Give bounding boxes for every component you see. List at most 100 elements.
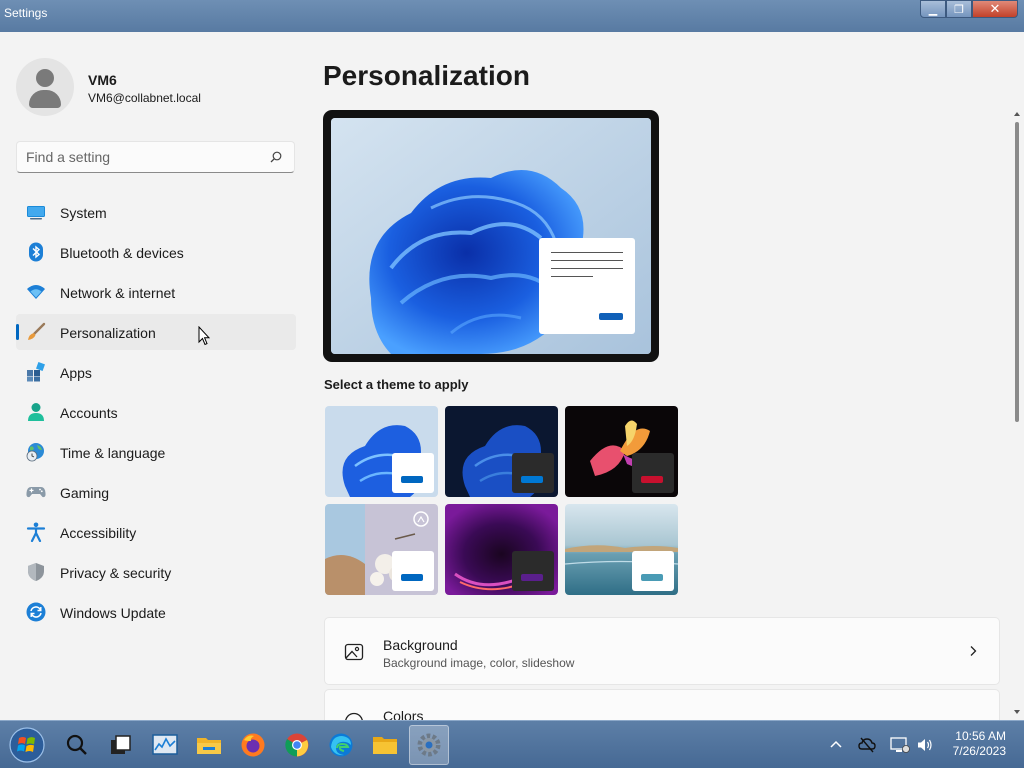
search-icon[interactable] bbox=[270, 151, 282, 163]
text-line bbox=[551, 268, 623, 269]
avatar-body bbox=[29, 90, 61, 108]
sidebar-item-bluetooth[interactable]: Bluetooth & devices bbox=[16, 234, 296, 270]
shield-icon bbox=[28, 563, 44, 581]
maximize-button[interactable]: ❐ bbox=[946, 0, 972, 18]
taskbar-task-manager[interactable] bbox=[145, 725, 185, 765]
theme-accent-bar bbox=[641, 476, 663, 483]
theme-preview bbox=[323, 110, 659, 362]
theme-sample-window bbox=[392, 551, 434, 591]
taskbar-task-view[interactable] bbox=[101, 725, 141, 765]
windows-orb-icon bbox=[9, 727, 45, 763]
theme-captured-motion[interactable] bbox=[325, 504, 438, 595]
sidebar-item-windows-update[interactable]: Windows Update bbox=[16, 594, 296, 630]
system-tray bbox=[828, 721, 934, 768]
sidebar-item-system[interactable]: System bbox=[16, 194, 296, 230]
theme-sample-window bbox=[512, 551, 554, 591]
sidebar-item-label: Network & internet bbox=[60, 285, 176, 301]
theme-sample-window bbox=[632, 453, 674, 493]
taskbar-settings[interactable] bbox=[409, 725, 449, 765]
person-icon bbox=[28, 403, 44, 421]
sidebar-item-accounts[interactable]: Accounts bbox=[16, 394, 296, 430]
task-view-icon bbox=[111, 735, 131, 754]
theme-sunrise[interactable] bbox=[445, 504, 558, 595]
taskbar-file-explorer[interactable] bbox=[189, 725, 229, 765]
taskbar-chrome[interactable] bbox=[277, 725, 317, 765]
edge-icon bbox=[329, 733, 353, 757]
system-icon bbox=[27, 206, 45, 220]
wifi-icon bbox=[27, 285, 45, 299]
sidebar-item-label: Accounts bbox=[60, 405, 118, 421]
card-title: Colors bbox=[383, 708, 424, 720]
sidebar-item-label: Bluetooth & devices bbox=[60, 245, 184, 261]
text-line bbox=[551, 252, 623, 253]
sample-accent-button bbox=[599, 313, 623, 320]
taskbar-firefox[interactable] bbox=[233, 725, 273, 765]
sidebar-item-gaming[interactable]: Gaming bbox=[16, 474, 296, 510]
apps-icon bbox=[27, 362, 45, 382]
window-title: Settings bbox=[4, 6, 48, 20]
card-title: Background bbox=[383, 637, 458, 653]
chevron-right-icon bbox=[970, 646, 977, 656]
taskbar-search[interactable] bbox=[57, 725, 97, 765]
volume-icon[interactable] bbox=[916, 737, 934, 753]
theme-windows-light[interactable] bbox=[325, 406, 438, 497]
page-title: Personalization bbox=[323, 60, 530, 91]
bluetooth-icon bbox=[29, 242, 43, 262]
window-controls: ▁ ❐ ✕ bbox=[920, 0, 1018, 18]
chevron-up-icon[interactable] bbox=[828, 737, 844, 753]
globe-clock-icon bbox=[26, 443, 44, 462]
search-icon bbox=[66, 734, 87, 755]
sidebar-item-label: Windows Update bbox=[60, 605, 166, 621]
clock-date: 7/26/2023 bbox=[952, 744, 1006, 758]
taskbar: 10:56 AM 7/26/2023 bbox=[0, 720, 1024, 768]
theme-sample-window bbox=[392, 453, 434, 493]
sidebar-item-time-language[interactable]: Time & language bbox=[16, 434, 296, 470]
brush-icon bbox=[28, 322, 46, 340]
firefox-icon bbox=[241, 733, 265, 757]
sidebar-item-network[interactable]: Network & internet bbox=[16, 274, 296, 310]
scroll-up-arrow-icon[interactable] bbox=[1013, 110, 1021, 118]
sidebar-item-apps[interactable]: Apps bbox=[16, 354, 296, 390]
card-subtitle: Background image, color, slideshow bbox=[383, 656, 575, 670]
search-box[interactable] bbox=[16, 141, 295, 173]
search-input[interactable] bbox=[26, 149, 266, 165]
sample-window bbox=[539, 238, 635, 334]
onedrive-offline-icon[interactable] bbox=[858, 737, 876, 753]
sidebar-item-label: Accessibility bbox=[60, 525, 137, 541]
preview-wallpaper bbox=[331, 118, 651, 354]
start-button[interactable] bbox=[6, 725, 48, 765]
avatar-head bbox=[36, 69, 54, 87]
scrollbar[interactable] bbox=[1013, 110, 1021, 716]
taskbar-clock[interactable]: 10:56 AM 7/26/2023 bbox=[953, 729, 1006, 759]
sidebar-item-label: Apps bbox=[60, 365, 92, 381]
sidebar-item-personalization[interactable]: Personalization bbox=[16, 314, 296, 350]
scroll-down-arrow-icon[interactable] bbox=[1013, 708, 1021, 716]
close-button[interactable]: ✕ bbox=[972, 0, 1018, 18]
background-setting-card[interactable]: Background Background image, color, slid… bbox=[324, 617, 1000, 685]
file-explorer-icon bbox=[197, 738, 221, 754]
minimize-button[interactable]: ▁ bbox=[920, 0, 946, 18]
folder-icon bbox=[373, 737, 397, 754]
theme-glow[interactable] bbox=[565, 406, 678, 497]
theme-windows-dark[interactable] bbox=[445, 406, 558, 497]
theme-accent-bar bbox=[521, 574, 543, 581]
sidebar-item-privacy-security[interactable]: Privacy & security bbox=[16, 554, 296, 590]
sidebar-nav: System Bluetooth & devices Network & int… bbox=[16, 194, 296, 634]
sidebar-item-label: Privacy & security bbox=[60, 565, 172, 581]
sidebar-item-label: Personalization bbox=[60, 325, 156, 341]
sidebar-item-label: Gaming bbox=[60, 485, 110, 501]
scrollbar-thumb[interactable] bbox=[1015, 122, 1019, 422]
theme-accent-bar bbox=[401, 574, 423, 581]
sidebar-item-accessibility[interactable]: Accessibility bbox=[16, 514, 296, 550]
settings-gear-icon bbox=[417, 733, 441, 757]
theme-flow[interactable] bbox=[565, 504, 678, 595]
title-bar: Settings ▁ ❐ ✕ bbox=[0, 0, 1024, 32]
palette-icon bbox=[345, 712, 363, 720]
network-icon[interactable] bbox=[890, 736, 910, 754]
taskbar-folder[interactable] bbox=[365, 725, 405, 765]
selection-indicator bbox=[16, 324, 19, 340]
avatar[interactable] bbox=[16, 58, 74, 116]
taskbar-edge[interactable] bbox=[321, 725, 361, 765]
update-icon bbox=[26, 602, 46, 622]
colors-setting-card[interactable]: Colors bbox=[324, 689, 1000, 720]
